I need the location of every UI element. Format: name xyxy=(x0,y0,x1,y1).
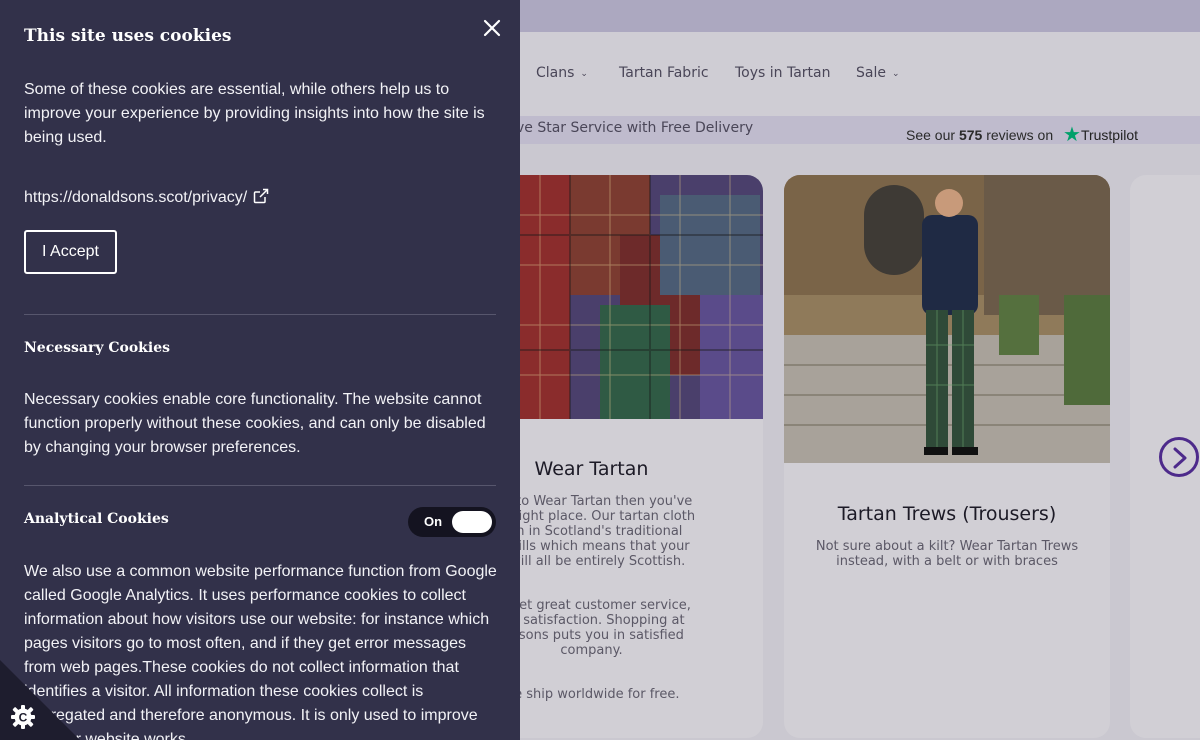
analytical-cookies-text: We also use a common website performance… xyxy=(24,563,497,740)
cookie-consent-panel: This site uses cookies Some of these coo… xyxy=(0,0,520,740)
promo-text: ve Star Service with Free Delivery xyxy=(516,120,754,136)
category-card-tartan-trews[interactable]: Tartan Trews (Trousers) Not sure about a… xyxy=(784,175,1110,738)
analytical-cookies-toggle[interactable]: On xyxy=(408,507,496,537)
cookie-settings-button[interactable]: C xyxy=(0,660,80,740)
nav-item-label: Clans xyxy=(536,65,575,81)
nav-item-toys-in-tartan[interactable]: Toys in Tartan xyxy=(735,65,831,81)
analytical-cookies-heading: Analytical Cookies xyxy=(24,511,169,527)
reviews-count: 575 xyxy=(958,127,983,143)
external-link-icon xyxy=(253,188,269,204)
necessary-cookies-heading: Necessary Cookies xyxy=(24,340,170,356)
trustpilot-widget[interactable]: See our 575 reviews on ★Trustpilot xyxy=(906,121,1138,146)
intro-text: Some of these cookies are essential, whi… xyxy=(24,81,485,146)
toggle-knob xyxy=(452,511,492,533)
chevron-down-icon: ⌄ xyxy=(891,69,900,79)
trustpilot-brand: Trustpilot xyxy=(1080,127,1138,143)
svg-text:C: C xyxy=(19,711,28,725)
trustpilot-suffix: reviews on xyxy=(986,127,1054,143)
nav-item-tartan-fabric[interactable]: Tartan Fabric xyxy=(619,65,709,81)
cookie-gear-icon: C xyxy=(11,705,35,729)
nav-item-sale[interactable]: Sale ⌄ xyxy=(856,65,900,81)
necessary-cookies-text: Necessary cookies enable core functional… xyxy=(24,391,486,456)
nav-item-label: Tartan Fabric xyxy=(619,65,709,81)
privacy-link-text: https://donaldsons.scot/privacy/ xyxy=(24,189,248,206)
chevron-down-icon: ⌄ xyxy=(580,69,588,79)
close-button[interactable] xyxy=(480,16,504,40)
divider xyxy=(24,485,496,486)
panel-title: This site uses cookies xyxy=(24,26,232,46)
privacy-link[interactable]: https://donaldsons.scot/privacy/ xyxy=(24,186,269,207)
toggle-label: On xyxy=(424,514,443,529)
star-icon: ★ xyxy=(1063,124,1081,146)
carousel-next-button[interactable] xyxy=(1159,437,1199,477)
trustpilot-prefix: See our xyxy=(906,127,956,143)
card-title: Tartan Trews (Trousers) xyxy=(837,503,1057,525)
close-icon xyxy=(483,19,501,37)
accept-button[interactable]: I Accept xyxy=(24,230,117,274)
nav-item-label: Toys in Tartan xyxy=(735,65,831,81)
divider xyxy=(24,314,496,315)
card-text: Not sure about a kilt? Wear Tartan Trews… xyxy=(815,539,1079,569)
nav-item-clans[interactable]: Clans ⌄ xyxy=(536,65,588,81)
chevron-right-icon xyxy=(1173,447,1187,469)
tartan-trews-image xyxy=(784,175,1110,463)
nav-item-label: Sale xyxy=(856,65,886,81)
